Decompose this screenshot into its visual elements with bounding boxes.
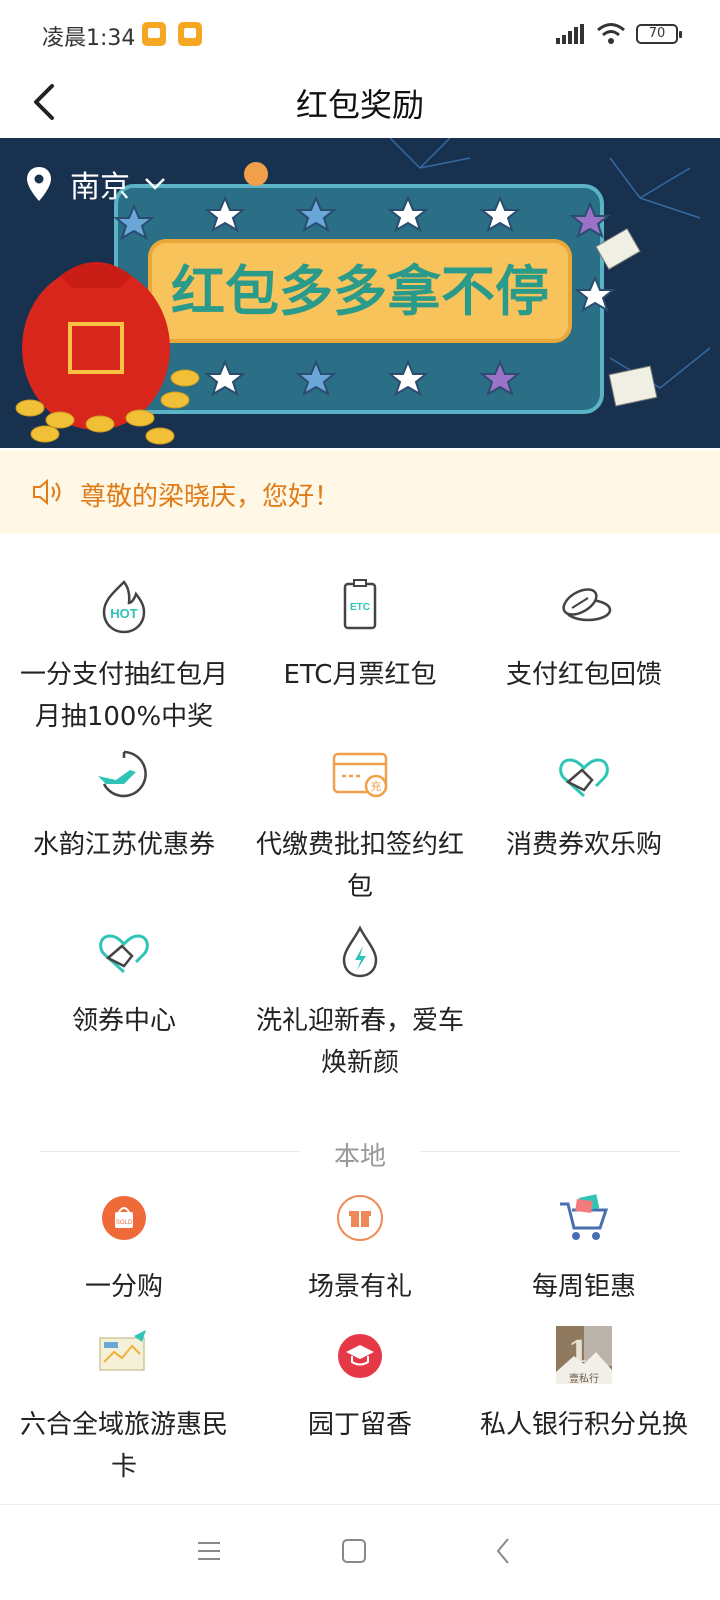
coins-icon — [562, 588, 612, 622]
local-label: 园丁留香 — [307, 1410, 412, 1440]
svg-text:HOT: HOT — [110, 606, 138, 621]
location-pin-icon — [27, 167, 51, 201]
handshake-icon — [99, 934, 149, 974]
local-private-bank-points[interactable]: 1 壹私行 私人银行积分兑换 — [464, 1326, 704, 1446]
location-selector[interactable]: 南京 — [26, 162, 166, 206]
battery-indicator: 70 — [636, 24, 682, 44]
svg-text:SOLD: SOLD — [116, 1220, 133, 1226]
travel-card-icon — [99, 1330, 146, 1371]
feature-etc-monthly[interactable]: ETC ETC月票红包 — [240, 576, 480, 696]
status-time: 凌晨1:34 — [42, 26, 136, 51]
feature-car-wash[interactable]: 洗礼迎新春，爱车焕新颜 — [240, 922, 480, 1084]
feature-label: 水韵江苏优惠券 — [32, 830, 215, 860]
greeting-notice: 尊敬的梁晓庆，您好！ — [0, 450, 720, 534]
water-drop-icon — [342, 925, 378, 978]
feature-label: 一分支付抽红包月月抽100%中奖 — [19, 660, 228, 732]
shopping-cart-icon — [560, 1194, 609, 1240]
feature-jiangsu-coupon[interactable]: 水韵江苏优惠券 — [4, 746, 244, 866]
divider-line — [420, 1151, 680, 1152]
local-weekly-deals[interactable]: 每周钜惠 — [464, 1188, 704, 1308]
graduation-cap-icon — [338, 1334, 382, 1378]
feature-consumer-coupon[interactable]: 消费券欢乐购 — [464, 746, 704, 866]
system-nav-bar — [0, 1504, 720, 1600]
feature-payment-redpacket[interactable]: 支付红包回馈 — [464, 576, 704, 696]
plane-clock-icon — [98, 750, 147, 798]
feature-label: 支付红包回馈 — [505, 660, 662, 690]
local-section-divider: 本地 — [40, 1136, 680, 1172]
local-label: 六合全域旅游惠民卡 — [19, 1410, 228, 1482]
signal-icon — [556, 24, 584, 44]
gift-icon — [337, 1195, 383, 1241]
status-bar: 凌晨1:34 70 — [0, 0, 720, 66]
local-label: 每周钜惠 — [531, 1272, 636, 1302]
sold-bag-icon: SOLD — [102, 1196, 146, 1240]
wifi-icon — [597, 23, 625, 44]
promo-banner[interactable]: 红包多多拿不停 南京 — [0, 138, 720, 448]
local-scene-gift[interactable]: 场景有礼 — [240, 1188, 480, 1308]
local-label: 私人银行积分兑换 — [479, 1410, 688, 1440]
feature-label: 代缴费批扣签约红包 — [255, 830, 464, 902]
svg-text:充: 充 — [371, 779, 382, 793]
handshake-icon — [559, 758, 609, 798]
notification-icon — [178, 22, 202, 46]
home-icon[interactable] — [340, 1531, 368, 1571]
back-nav-icon[interactable] — [492, 1531, 516, 1571]
speaker-icon — [33, 478, 61, 506]
location-name: 南京 — [70, 170, 130, 205]
chevron-down-icon — [145, 178, 165, 190]
feature-label: ETC月票红包 — [283, 660, 437, 690]
greeting-text: 尊敬的梁晓庆，您好！ — [80, 482, 341, 512]
notification-icon — [142, 22, 166, 46]
feature-payment-signup[interactable]: 充 代缴费批扣签约红包 — [240, 746, 480, 908]
local-luhe-travel-card[interactable]: 六合全域旅游惠民卡 — [4, 1326, 244, 1488]
hot-flame-icon: HOT — [102, 580, 146, 634]
private-bank-logo: 1 壹私行 — [556, 1326, 612, 1385]
local-gardener-fragrance[interactable]: 园丁留香 — [240, 1326, 480, 1446]
feature-coupon-center[interactable]: 领券中心 — [4, 922, 244, 1042]
feature-label: 消费券欢乐购 — [505, 830, 662, 860]
etc-card-icon: ETC — [343, 579, 377, 630]
svg-text:壹私行: 壹私行 — [569, 1372, 599, 1385]
svg-text:ETC: ETC — [350, 602, 370, 613]
menu-icon[interactable] — [196, 1531, 222, 1571]
local-label: 一分购 — [84, 1272, 163, 1302]
section-title: 本地 — [333, 1142, 386, 1172]
local-label: 场景有礼 — [307, 1272, 412, 1302]
feature-label: 洗礼迎新春，爱车焕新颜 — [255, 1006, 464, 1078]
nav-bar: 红包奖励 — [0, 66, 720, 138]
banner-slogan: 红包多多拿不停 — [171, 261, 549, 322]
page-title: 红包奖励 — [295, 86, 424, 124]
recharge-card-icon: 充 — [332, 752, 388, 798]
feature-one-cent-lottery[interactable]: HOT 一分支付抽红包月月抽100%中奖 — [4, 576, 244, 738]
local-one-cent-buy[interactable]: SOLD 一分购 — [4, 1188, 244, 1308]
feature-label: 领券中心 — [71, 1006, 176, 1036]
